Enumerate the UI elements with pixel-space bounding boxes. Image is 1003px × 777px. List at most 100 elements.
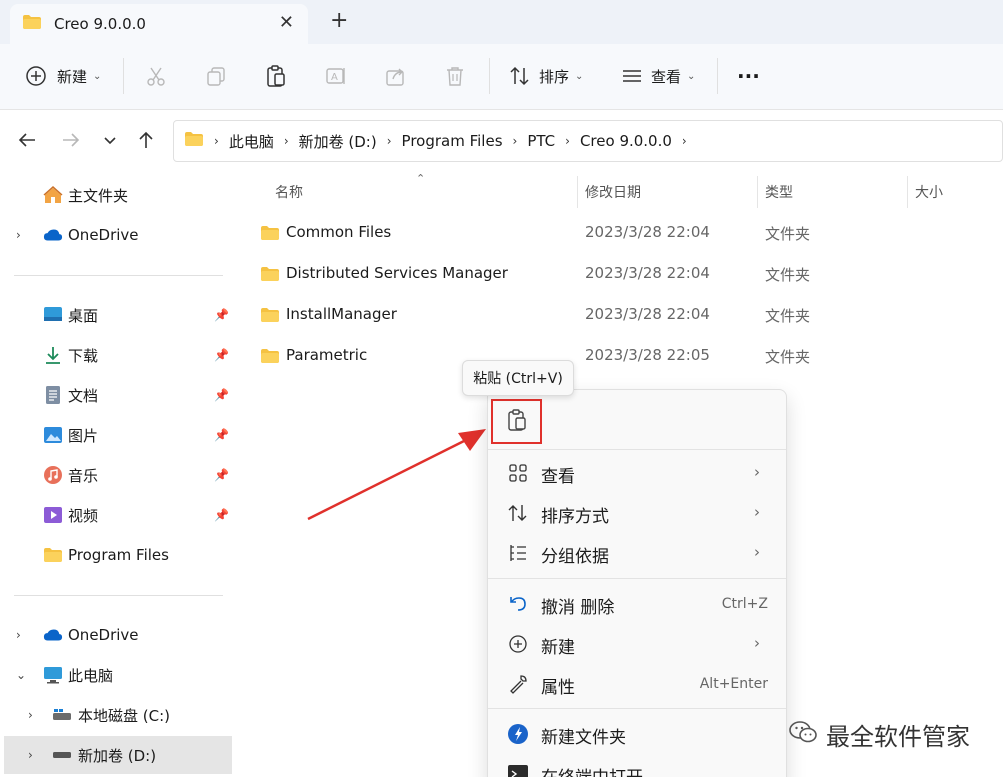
menu-item-undo-delete[interactable]: 撤消 删除 Ctrl+Z — [488, 584, 786, 624]
sort-button[interactable]: 排序 ⌄ — [508, 56, 583, 96]
table-row[interactable]: Distributed Services Manager 2023/3/28 2… — [258, 254, 998, 294]
sidebar-item-label: OneDrive — [68, 226, 139, 244]
sidebar-item-home[interactable]: 主文件夹 — [0, 178, 236, 212]
folder-icon — [260, 266, 280, 286]
trash-icon — [443, 64, 467, 88]
drive-icon — [52, 705, 72, 725]
sidebar-item-label: 下载 — [68, 346, 99, 365]
chevron-right-icon[interactable]: › — [28, 708, 33, 722]
menu-item-sort-by[interactable]: 排序方式 › — [488, 493, 786, 533]
forward-arrow-icon[interactable] — [59, 128, 83, 152]
menu-divider — [488, 578, 786, 579]
tab-creo[interactable]: Creo 9.0.0.0 ✕ — [10, 4, 308, 44]
sidebar-item-label: 视频 — [68, 506, 99, 525]
column-header-type[interactable]: 类型 — [765, 182, 793, 202]
menu-item-label: 分组依据 — [541, 547, 609, 567]
music-icon — [43, 465, 63, 485]
pin-icon[interactable]: 📌 — [214, 508, 229, 522]
table-row[interactable]: Common Files 2023/3/28 22:04 文件夹 — [258, 213, 998, 253]
breadcrumb-separator[interactable]: › — [513, 134, 518, 148]
cut-button[interactable] — [144, 56, 168, 96]
up-arrow-icon[interactable] — [134, 128, 158, 152]
sidebar-item-this-pc[interactable]: ⌄ 此电脑 — [0, 658, 236, 692]
column-divider[interactable] — [757, 176, 758, 208]
copy-button[interactable] — [204, 56, 228, 96]
delete-button[interactable] — [443, 56, 467, 96]
undo-icon — [506, 592, 530, 616]
folder-icon — [260, 225, 280, 245]
grid-icon — [506, 461, 530, 485]
column-divider[interactable] — [907, 176, 908, 208]
table-row[interactable]: InstallManager 2023/3/28 22:04 文件夹 — [258, 295, 998, 335]
sidebar-item-downloads[interactable]: 下载 📌 — [0, 338, 236, 372]
paste-menu-button[interactable] — [491, 399, 542, 444]
breadcrumb-ptc[interactable]: PTC — [527, 132, 555, 150]
column-divider[interactable] — [577, 176, 578, 208]
chevron-down-icon[interactable]: ⌄ — [16, 668, 26, 682]
sidebar-item-program-files[interactable]: Program Files — [0, 538, 236, 572]
breadcrumb-creo[interactable]: Creo 9.0.0.0 — [580, 132, 672, 150]
column-header-name[interactable]: 名称 — [275, 182, 303, 202]
list-view-icon — [620, 64, 644, 88]
recent-locations-icon[interactable] — [98, 128, 122, 152]
sidebar-item-label: 此电脑 — [68, 666, 114, 685]
menu-item-group-by[interactable]: 分组依据 › — [488, 533, 786, 573]
menu-item-properties[interactable]: 属性 Alt+Enter — [488, 664, 786, 704]
breadcrumb-separator[interactable]: › — [682, 134, 687, 148]
column-header-size[interactable]: 大小 — [915, 182, 943, 202]
menu-item-label: 新建文件夹 — [541, 728, 626, 748]
breadcrumb-separator[interactable]: › — [387, 134, 392, 148]
breadcrumb-program-files[interactable]: Program Files — [402, 132, 503, 150]
pin-icon[interactable]: 📌 — [214, 348, 229, 362]
sidebar-item-documents[interactable]: 文档 📌 — [0, 378, 236, 412]
pin-icon[interactable]: 📌 — [214, 428, 229, 442]
sidebar-item-videos[interactable]: 视频 📌 — [0, 498, 236, 532]
pin-icon[interactable]: 📌 — [214, 468, 229, 482]
context-menu: 查看 › 排序方式 › 分组依据 › 撤消 删除 Ctrl+Z 新建 › 属性 — [487, 389, 787, 777]
chevron-right-icon[interactable]: › — [16, 628, 21, 642]
chevron-right-icon[interactable]: › — [16, 228, 21, 242]
breadcrumb-separator[interactable]: › — [565, 134, 570, 148]
menu-item-open-in-terminal[interactable]: 在终端中打开 — [488, 754, 786, 777]
sidebar-item-c-drive[interactable]: › 本地磁盘 (C:) — [0, 698, 236, 732]
paste-button[interactable] — [264, 56, 288, 96]
breadcrumb-separator[interactable]: › — [214, 134, 219, 148]
sidebar-item-onedrive-2[interactable]: › OneDrive — [0, 618, 236, 652]
rename-button[interactable]: A — [324, 56, 348, 96]
file-name: Distributed Services Manager — [286, 264, 508, 282]
sidebar-item-music[interactable]: 音乐 📌 — [0, 458, 236, 492]
sidebar-item-pictures[interactable]: 图片 📌 — [0, 418, 236, 452]
file-date: 2023/3/28 22:04 — [585, 264, 710, 282]
home-icon — [43, 185, 63, 205]
table-row[interactable]: Parametric 2023/3/28 22:05 文件夹 — [258, 336, 998, 376]
breadcrumb-d-drive[interactable]: 新加卷 (D:) — [299, 131, 377, 152]
breadcrumb-separator[interactable]: › — [284, 134, 289, 148]
more-options-button[interactable]: ··· — [737, 56, 760, 96]
breadcrumb-this-pc[interactable]: 此电脑 — [229, 131, 274, 152]
menu-item-new[interactable]: 新建 › — [488, 624, 786, 664]
column-header-date[interactable]: 修改日期 — [585, 182, 641, 202]
watermark-text: 最全软件管家 — [826, 722, 970, 751]
chevron-right-icon: › — [754, 503, 760, 521]
back-arrow-icon[interactable] — [15, 128, 39, 152]
menu-item-label: 撤消 删除 — [541, 598, 615, 618]
sidebar-item-onedrive[interactable]: › OneDrive — [0, 218, 236, 252]
pin-icon[interactable]: 📌 — [214, 388, 229, 402]
folder-icon — [260, 348, 280, 368]
close-icon[interactable]: ✕ — [279, 12, 294, 33]
new-tab-button[interactable]: + — [330, 8, 348, 33]
chevron-right-icon[interactable]: › — [28, 748, 33, 762]
sidebar-item-desktop[interactable]: 桌面 📌 — [0, 298, 236, 332]
copy-icon — [204, 64, 228, 88]
menu-item-new-folder[interactable]: 新建文件夹 — [488, 714, 786, 754]
menu-item-label: 在终端中打开 — [541, 763, 643, 777]
new-button[interactable]: 新建 ⌄ — [24, 56, 101, 96]
share-button[interactable] — [384, 56, 408, 96]
sidebar-item-d-drive[interactable]: › 新加卷 (D:) — [4, 736, 232, 774]
view-button[interactable]: 查看 ⌄ — [620, 56, 695, 96]
address-bar[interactable]: › 此电脑 › 新加卷 (D:) › Program Files › PTC ›… — [173, 120, 1003, 162]
document-icon — [43, 385, 63, 405]
pin-icon[interactable]: 📌 — [214, 308, 229, 322]
menu-item-view[interactable]: 查看 › — [488, 453, 786, 493]
shortcut-label: Alt+Enter — [699, 676, 768, 692]
